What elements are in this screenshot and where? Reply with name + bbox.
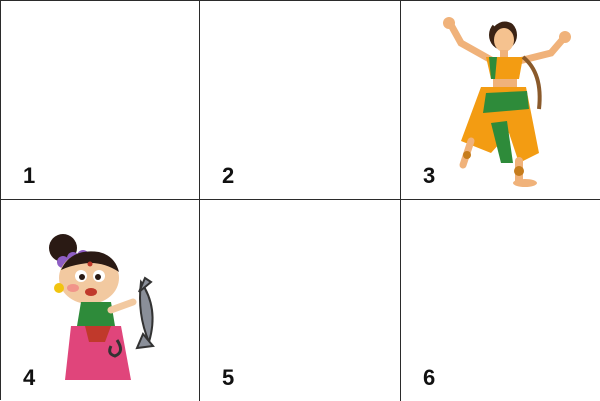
grid-cell-4[interactable]: 4	[1, 200, 200, 401]
classical-dancer-figure	[443, 17, 571, 187]
grid-cell-3[interactable]: 3	[401, 1, 600, 200]
cell-number: 3	[423, 163, 436, 188]
cell-number: 2	[222, 163, 235, 188]
cell-number: 6	[423, 365, 436, 390]
grid-cell-2[interactable]: 2	[200, 1, 401, 200]
cell-number: 4	[23, 365, 36, 390]
image-grid: 1 2 3 4 5 6	[0, 0, 600, 401]
woman-with-fish-figure	[49, 234, 155, 380]
grid-cell-6[interactable]: 6	[401, 200, 600, 401]
grid-cell-1[interactable]: 1	[1, 1, 200, 200]
cell-number: 1	[23, 163, 36, 188]
cell-number: 5	[222, 365, 235, 390]
grid-cell-5[interactable]: 5	[200, 200, 401, 401]
